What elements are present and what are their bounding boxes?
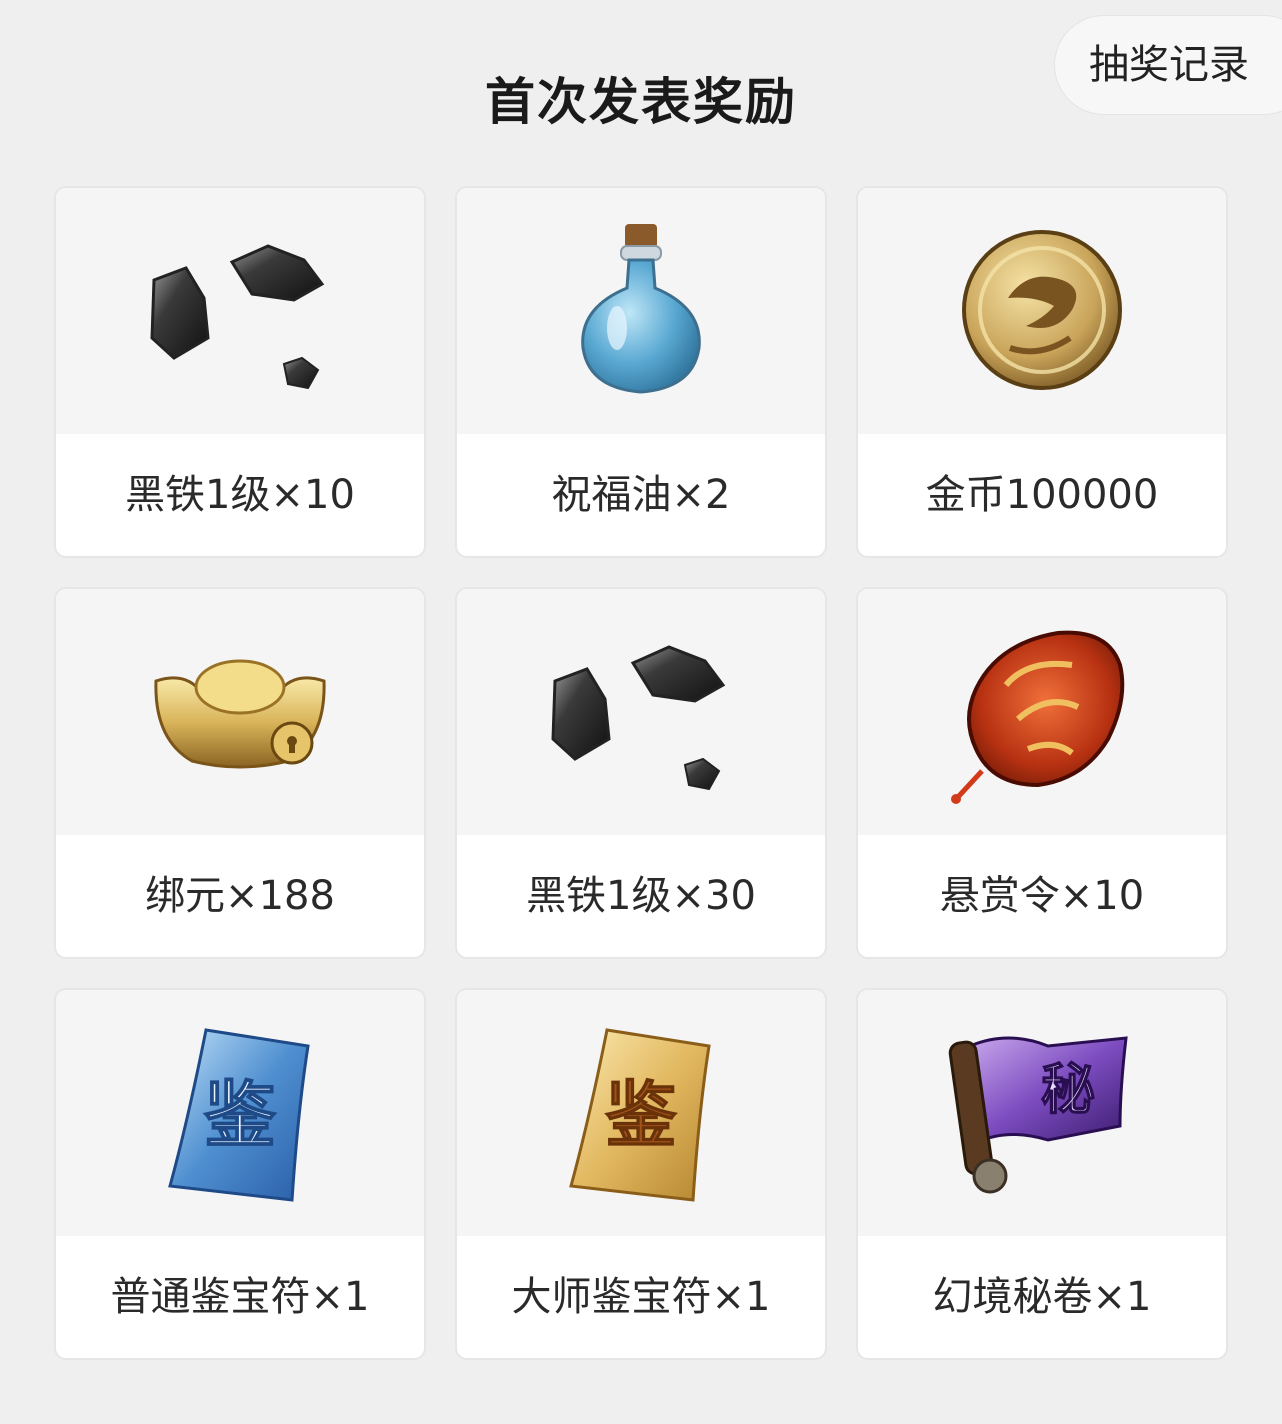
reward-card[interactable]: 金币100000 [856, 186, 1228, 558]
reward-card[interactable]: 秘 幻境秘卷×1 [856, 988, 1228, 1360]
reward-label: 黑铁1级×30 [526, 873, 756, 919]
reward-card[interactable]: 黑铁1级×10 [54, 186, 426, 558]
scroll-glyph: 秘 [1041, 1058, 1095, 1121]
black-iron-ore-icon [457, 589, 825, 835]
bounty-token-icon [858, 589, 1226, 835]
reward-card[interactable]: 鉴 普通鉴宝符×1 [54, 988, 426, 1360]
reward-label: 普通鉴宝符×1 [110, 1274, 370, 1320]
reward-label: 大师鉴宝符×1 [511, 1274, 771, 1320]
black-iron-ore-icon [56, 188, 424, 434]
reward-card[interactable]: 黑铁1级×30 [455, 587, 827, 959]
reward-card[interactable]: 祝福油×2 [455, 186, 827, 558]
reward-card[interactable]: 悬赏令×10 [856, 587, 1228, 959]
reward-label: 幻境秘卷×1 [932, 1274, 1152, 1320]
reward-card[interactable]: 鉴 大师鉴宝符×1 [455, 988, 827, 1360]
gold-coin-icon [858, 188, 1226, 434]
gold-ingot-icon [56, 589, 424, 835]
reward-card[interactable]: 绑元×188 [54, 587, 426, 959]
blue-appraisal-talisman-icon: 鉴 [56, 990, 424, 1236]
reward-label: 祝福油×2 [551, 472, 731, 518]
talisman-glyph: 鉴 [605, 1073, 678, 1157]
blessing-oil-bottle-icon [457, 188, 825, 434]
gold-appraisal-talisman-icon: 鉴 [457, 990, 825, 1236]
reward-label: 黑铁1级×10 [125, 472, 355, 518]
talisman-glyph: 鉴 [204, 1073, 277, 1157]
secret-scroll-icon: 秘 [858, 990, 1226, 1236]
lottery-record-button[interactable]: 抽奖记录 [1054, 15, 1282, 115]
reward-label: 绑元×188 [145, 873, 335, 919]
reward-label: 金币100000 [925, 472, 1159, 518]
reward-label: 悬赏令×10 [939, 873, 1145, 919]
